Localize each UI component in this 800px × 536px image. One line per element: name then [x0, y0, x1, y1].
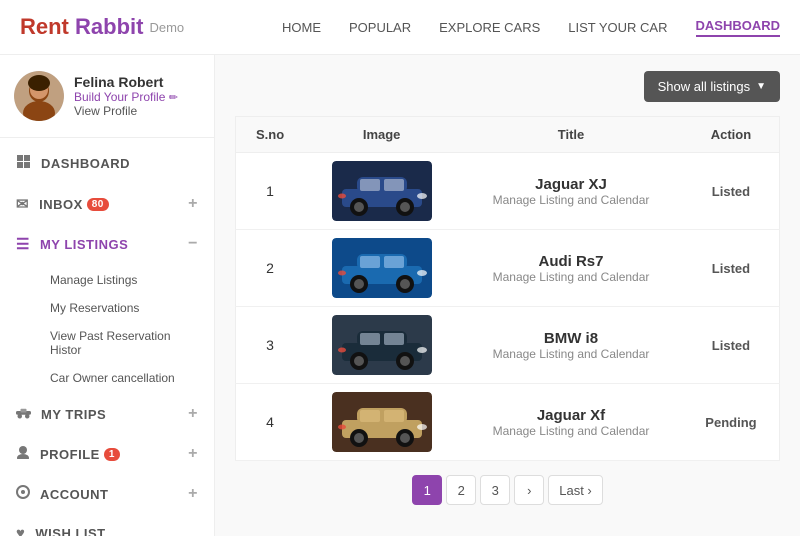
page-1-button[interactable]: 1	[412, 475, 442, 505]
mylistings-minus-icon[interactable]: −	[188, 235, 198, 253]
sidebar-item-profile-label: PROFILE	[40, 447, 100, 462]
show-all-listings-button[interactable]: Show all listings ▼	[644, 71, 780, 102]
row-sno: 3	[236, 307, 305, 384]
sidebar-item-profile[interactable]: PROFILE 1 +	[0, 434, 214, 474]
layout: Felina Robert Build Your Profile ✏ View …	[0, 55, 800, 536]
user-info: Felina Robert Build Your Profile ✏ View …	[74, 74, 178, 118]
row-action[interactable]: Listed	[683, 153, 780, 230]
account-plus-icon[interactable]: +	[188, 485, 198, 503]
show-all-label: Show all listings	[658, 79, 751, 94]
row-action[interactable]: Pending	[683, 384, 780, 461]
sidebar-item-mylistings[interactable]: ☰ MY LISTINGS −	[0, 224, 214, 264]
nav-popular[interactable]: POPULAR	[349, 20, 411, 35]
row-image	[304, 230, 459, 307]
table-row: 2 Audi Rs7	[236, 230, 780, 307]
inbox-icon: ✉	[16, 195, 29, 213]
main-content: Show all listings ▼ S.no Image Title Act…	[215, 55, 800, 536]
dropdown-arrow-icon: ▼	[756, 81, 766, 92]
sidebar-item-mytrips-label: MY TRIPS	[41, 407, 106, 422]
row-image	[304, 307, 459, 384]
sidebar-nav: DASHBOARD ✉ INBOX 80 + ☰ MY LISTINGS − M…	[0, 138, 214, 536]
header: Rent Rabbit Demo HOME POPULAR EXPLORE CA…	[0, 0, 800, 55]
logo-rent: Rent	[20, 14, 69, 39]
dashboard-icon	[16, 154, 31, 173]
mytrips-icon	[16, 406, 31, 423]
profile-icon	[16, 445, 30, 463]
listings-table: S.no Image Title Action 1	[235, 116, 780, 461]
sidebar-item-mytrips[interactable]: MY TRIPS +	[0, 394, 214, 434]
row-sno: 2	[236, 230, 305, 307]
col-sno: S.no	[236, 117, 305, 153]
row-title: Audi Rs7 Manage Listing and Calendar	[459, 230, 683, 307]
logo: Rent Rabbit Demo	[20, 14, 184, 40]
table-row: 1 Jaguar XJ	[236, 153, 780, 230]
sidebar-item-wishlist-label: WISH LIST	[35, 526, 105, 536]
inbox-plus-icon[interactable]: +	[188, 195, 198, 213]
table-row: 3 BMW i8	[236, 307, 780, 384]
avatar	[14, 71, 64, 121]
nav-dashboard[interactable]: DASHBOARD	[696, 18, 781, 37]
submenu-my-reservations[interactable]: My Reservations	[40, 294, 214, 322]
user-profile: Felina Robert Build Your Profile ✏ View …	[0, 55, 214, 138]
nav-explore-cars[interactable]: EXPLORE CARS	[439, 20, 540, 35]
sidebar-item-wishlist[interactable]: ♥ WISH LIST	[0, 514, 214, 536]
page-next-button[interactable]: ›	[514, 475, 544, 505]
col-image: Image	[304, 117, 459, 153]
col-action: Action	[683, 117, 780, 153]
logo-demo: Demo	[149, 20, 184, 35]
page-last-button[interactable]: Last ›	[548, 475, 603, 505]
main-nav: HOME POPULAR EXPLORE CARS LIST YOUR CAR …	[282, 18, 780, 37]
row-title: Jaguar Xf Manage Listing and Calendar	[459, 384, 683, 461]
profile-badge: 1	[104, 448, 120, 461]
row-action[interactable]: Listed	[683, 307, 780, 384]
main-header: Show all listings ▼	[235, 71, 780, 102]
row-image	[304, 384, 459, 461]
row-title: Jaguar XJ Manage Listing and Calendar	[459, 153, 683, 230]
sidebar-item-dashboard[interactable]: DASHBOARD	[0, 143, 214, 184]
nav-list-your-car[interactable]: LIST YOUR CAR	[568, 20, 667, 35]
account-icon	[16, 485, 30, 503]
row-image	[304, 153, 459, 230]
inbox-badge: 80	[87, 198, 109, 211]
sidebar-item-mylistings-label: MY LISTINGS	[40, 237, 128, 252]
page-2-button[interactable]: 2	[446, 475, 476, 505]
user-name: Felina Robert	[74, 74, 178, 90]
sidebar-item-inbox[interactable]: ✉ INBOX 80 +	[0, 184, 214, 224]
row-action[interactable]: Listed	[683, 230, 780, 307]
sidebar-item-inbox-label: INBOX	[39, 197, 83, 212]
row-title: BMW i8 Manage Listing and Calendar	[459, 307, 683, 384]
row-sno: 1	[236, 153, 305, 230]
wishlist-icon: ♥	[16, 525, 25, 536]
profile-plus-icon[interactable]: +	[188, 445, 198, 463]
build-profile-link[interactable]: Build Your Profile ✏	[74, 90, 178, 104]
submenu-car-owner-cancellation[interactable]: Car Owner cancellation	[40, 364, 214, 392]
mylistings-submenu: Manage Listings My Reservations View Pas…	[0, 264, 214, 394]
submenu-view-past[interactable]: View Past Reservation Histor	[40, 322, 214, 364]
col-title: Title	[459, 117, 683, 153]
sidebar: Felina Robert Build Your Profile ✏ View …	[0, 55, 215, 536]
sidebar-item-dashboard-label: DASHBOARD	[41, 156, 130, 171]
view-profile-link[interactable]: View Profile	[74, 104, 178, 118]
page-3-button[interactable]: 3	[480, 475, 510, 505]
pagination: 1 2 3 › Last ›	[235, 461, 780, 511]
nav-home[interactable]: HOME	[282, 20, 321, 35]
mylistings-icon: ☰	[16, 235, 30, 253]
sidebar-item-account[interactable]: ACCOUNT +	[0, 474, 214, 514]
logo-rabbit: Rabbit	[69, 14, 144, 39]
row-sno: 4	[236, 384, 305, 461]
sidebar-item-account-label: ACCOUNT	[40, 487, 109, 502]
table-row: 4 Jaguar Xf	[236, 384, 780, 461]
submenu-manage-listings[interactable]: Manage Listings	[40, 266, 214, 294]
mytrips-plus-icon[interactable]: +	[188, 405, 198, 423]
